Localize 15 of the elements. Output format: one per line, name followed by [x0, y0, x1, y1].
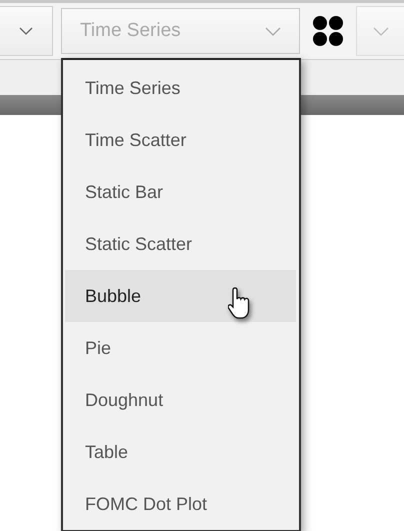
menu-item[interactable]: Time Series	[65, 62, 296, 114]
dropdown-button[interactable]	[356, 6, 404, 56]
menu-item[interactable]: Time Scatter	[65, 114, 296, 166]
chevron-down-icon	[265, 26, 281, 36]
menu-item[interactable]: Table	[65, 426, 296, 478]
dropdown-button[interactable]	[0, 6, 53, 56]
menu-item[interactable]: Static Scatter	[65, 218, 296, 270]
menu-item[interactable]: Bubble	[65, 270, 296, 322]
grid-dots-icon[interactable]	[312, 15, 344, 47]
chevron-down-icon	[19, 27, 33, 35]
menu-item[interactable]: Static Bar	[65, 166, 296, 218]
menu-item[interactable]: Doughnut	[65, 374, 296, 426]
menu-item[interactable]: Pie	[65, 322, 296, 374]
chevron-down-icon	[372, 26, 388, 36]
menu-item[interactable]: FOMC Dot Plot	[65, 478, 296, 530]
